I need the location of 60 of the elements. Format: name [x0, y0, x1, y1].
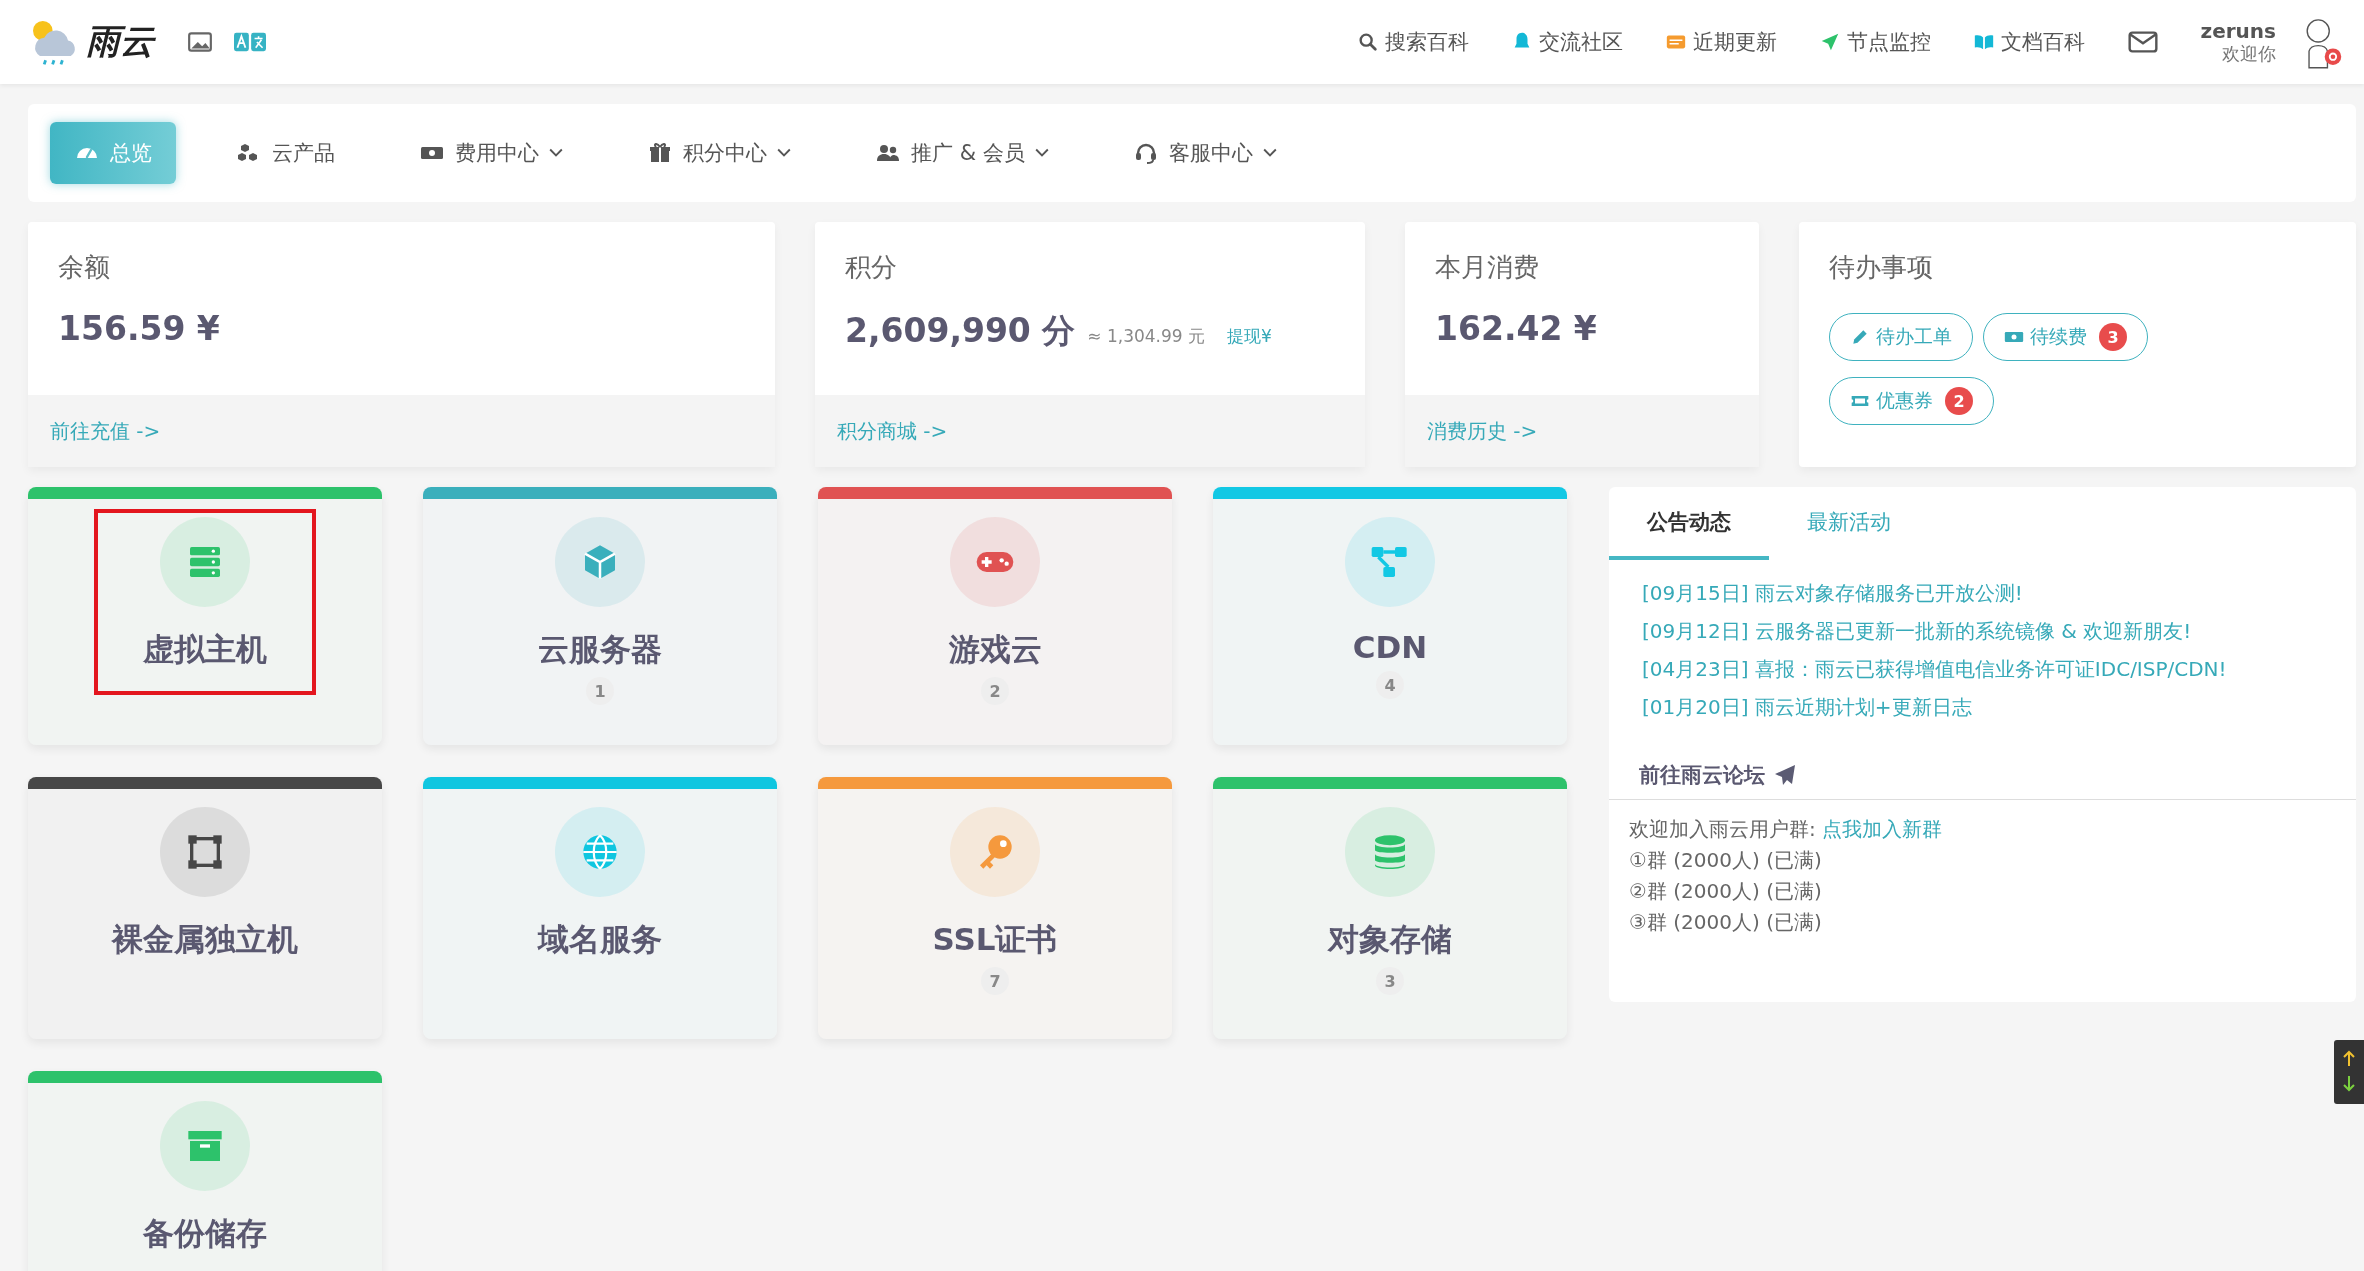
count-badge: 2 — [981, 677, 1009, 705]
nav-tab[interactable]: 费用中心 — [395, 122, 587, 184]
group-info-text: ③群 (2000人) (已满) — [1629, 909, 1823, 936]
product-title: 虚拟主机 — [143, 630, 267, 669]
product-title: CDN — [1352, 629, 1428, 665]
panel-tab[interactable]: 公告动态 — [1609, 487, 1769, 560]
header-link[interactable]: 近期更新 — [1664, 28, 1777, 56]
product-tile[interactable]: 云服务器 1 — [423, 487, 777, 745]
pencil-icon — [1850, 327, 1870, 347]
nav-tab[interactable]: 推广 & 会员 — [851, 122, 1073, 184]
count-badge: 4 — [1376, 671, 1404, 699]
todo-button[interactable]: 优惠券 2 — [1829, 377, 1994, 425]
product-tile[interactable]: 域名服务 — [423, 777, 777, 1039]
product-title: 对象存储 — [1328, 920, 1452, 959]
brand-name[interactable]: 雨云 — [86, 19, 154, 65]
stat-title: 积分 — [845, 251, 898, 284]
stat-title: 本月消费 — [1435, 251, 1540, 284]
product-title: SSL证书 — [932, 920, 1058, 959]
user-name[interactable]: zeruns — [2200, 19, 2276, 44]
stat-title: 余额 — [58, 251, 111, 284]
count-badge: 3 — [1376, 967, 1404, 995]
product-title: 游戏云 — [948, 630, 1042, 669]
todo-button[interactable]: 待续费 3 — [1983, 313, 2148, 361]
frame-icon — [185, 832, 225, 872]
group-info-text: ②群 (2000人) (已满) — [1629, 878, 1823, 905]
product-title: 域名服务 — [538, 920, 662, 959]
product-title: 备份储存 — [143, 1214, 267, 1253]
nav-tab[interactable]: 云产品 — [212, 122, 359, 184]
count-badge: 2 — [1945, 387, 1973, 415]
stat-value: 162.42 ¥ — [1435, 309, 1597, 348]
forum-link[interactable]: 前往雨云论坛 — [1639, 761, 1765, 789]
header-link[interactable]: 交流社区 — [1510, 28, 1623, 56]
count-badge: 3 — [2099, 323, 2127, 351]
header-link[interactable]: 文档百科 — [1972, 28, 2085, 56]
product-tile[interactable]: SSL证书 7 — [818, 777, 1172, 1039]
header-link[interactable]: 节点监控 — [1818, 28, 1931, 56]
count-badge: 1 — [586, 677, 614, 705]
group-intro-text: 欢迎加入雨云用户群: 点我加入新群 — [1629, 816, 1944, 843]
nav-tab[interactable]: 客服中心 — [1108, 122, 1301, 184]
greeting-text: 欢迎你 — [2222, 43, 2276, 65]
stat-value: 156.59 ¥ — [58, 309, 220, 348]
header-link[interactable]: 搜索百科 — [1356, 28, 1469, 56]
paper-plane-icon — [1773, 763, 1797, 787]
gift-icon — [647, 141, 673, 165]
todo-title: 待办事项 — [1829, 251, 1934, 284]
product-tile[interactable]: 游戏云 2 — [818, 487, 1172, 745]
product-tile[interactable]: 虚拟主机 — [28, 487, 382, 745]
nav-tab[interactable]: 积分中心 — [623, 122, 815, 184]
product-tile[interactable]: 裸金属独立机 — [28, 777, 382, 1039]
product-tile[interactable]: 备份储存 — [28, 1071, 382, 1271]
globe-icon — [580, 832, 620, 872]
product-title: 裸金属独立机 — [112, 920, 298, 959]
product-title: 云服务器 — [538, 630, 662, 669]
count-badge: 7 — [981, 967, 1009, 995]
group-info-text: ①群 (2000人) (已满) — [1629, 847, 1823, 874]
product-tile[interactable]: 对象存储 3 — [1213, 777, 1567, 1039]
stat-note: ≈ 1,304.99 元 — [1087, 325, 1206, 348]
stat-value: 2,609,990 分 — [845, 310, 1076, 352]
scroll-buttons[interactable] — [2334, 1040, 2364, 1104]
product-tile[interactable]: CDN 4 — [1213, 487, 1567, 745]
